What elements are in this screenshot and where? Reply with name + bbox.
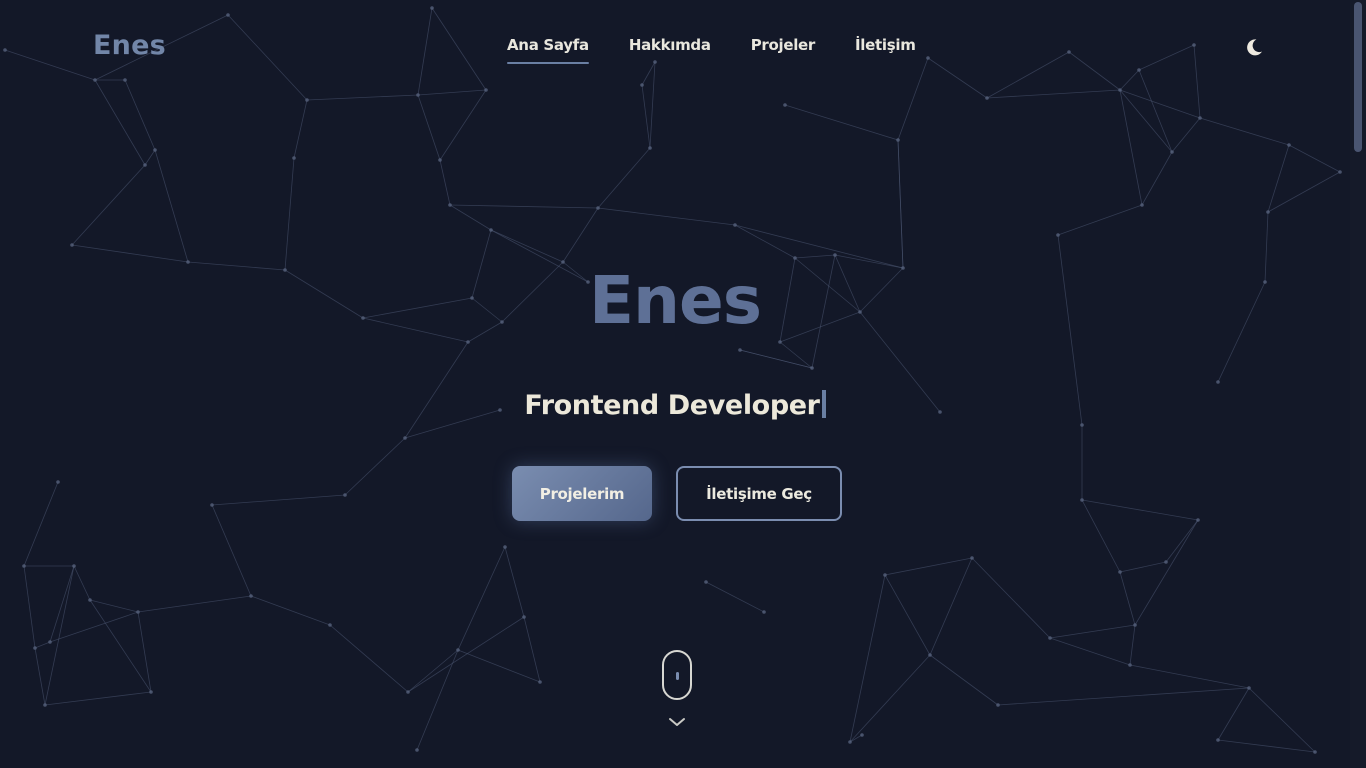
top-navbar: Enes Ana Sayfa Hakkımda Projeler İletişi…	[0, 0, 1350, 92]
mouse-wheel	[676, 672, 679, 680]
hero-subtitle: Frontend Developer	[524, 390, 820, 421]
chevron-down-icon[interactable]	[668, 716, 686, 728]
moon-icon	[1247, 39, 1262, 56]
hero-title: Enes	[588, 262, 762, 339]
nav-link-contact[interactable]: İletişim	[855, 36, 916, 64]
theme-toggle-button[interactable]	[1241, 34, 1267, 60]
nav-link-projects[interactable]: Projeler	[751, 36, 816, 64]
page-scrollbar[interactable]	[1350, 0, 1366, 768]
brand-logo[interactable]: Enes	[93, 30, 166, 61]
hero-section: Enes Frontend Developer Projelerim İleti…	[0, 0, 1350, 768]
projects-button[interactable]: Projelerim	[512, 466, 652, 521]
nav-links: Ana Sayfa Hakkımda Projeler İletişim	[507, 36, 916, 64]
nav-link-home[interactable]: Ana Sayfa	[507, 36, 589, 64]
contact-button[interactable]: İletişime Geç	[676, 466, 842, 521]
scrollbar-thumb[interactable]	[1354, 2, 1362, 152]
mouse-icon[interactable]	[662, 650, 692, 700]
hero-subtitle-line: Frontend Developer	[0, 390, 1350, 421]
nav-link-about[interactable]: Hakkımda	[629, 36, 711, 64]
typing-cursor	[821, 390, 826, 418]
